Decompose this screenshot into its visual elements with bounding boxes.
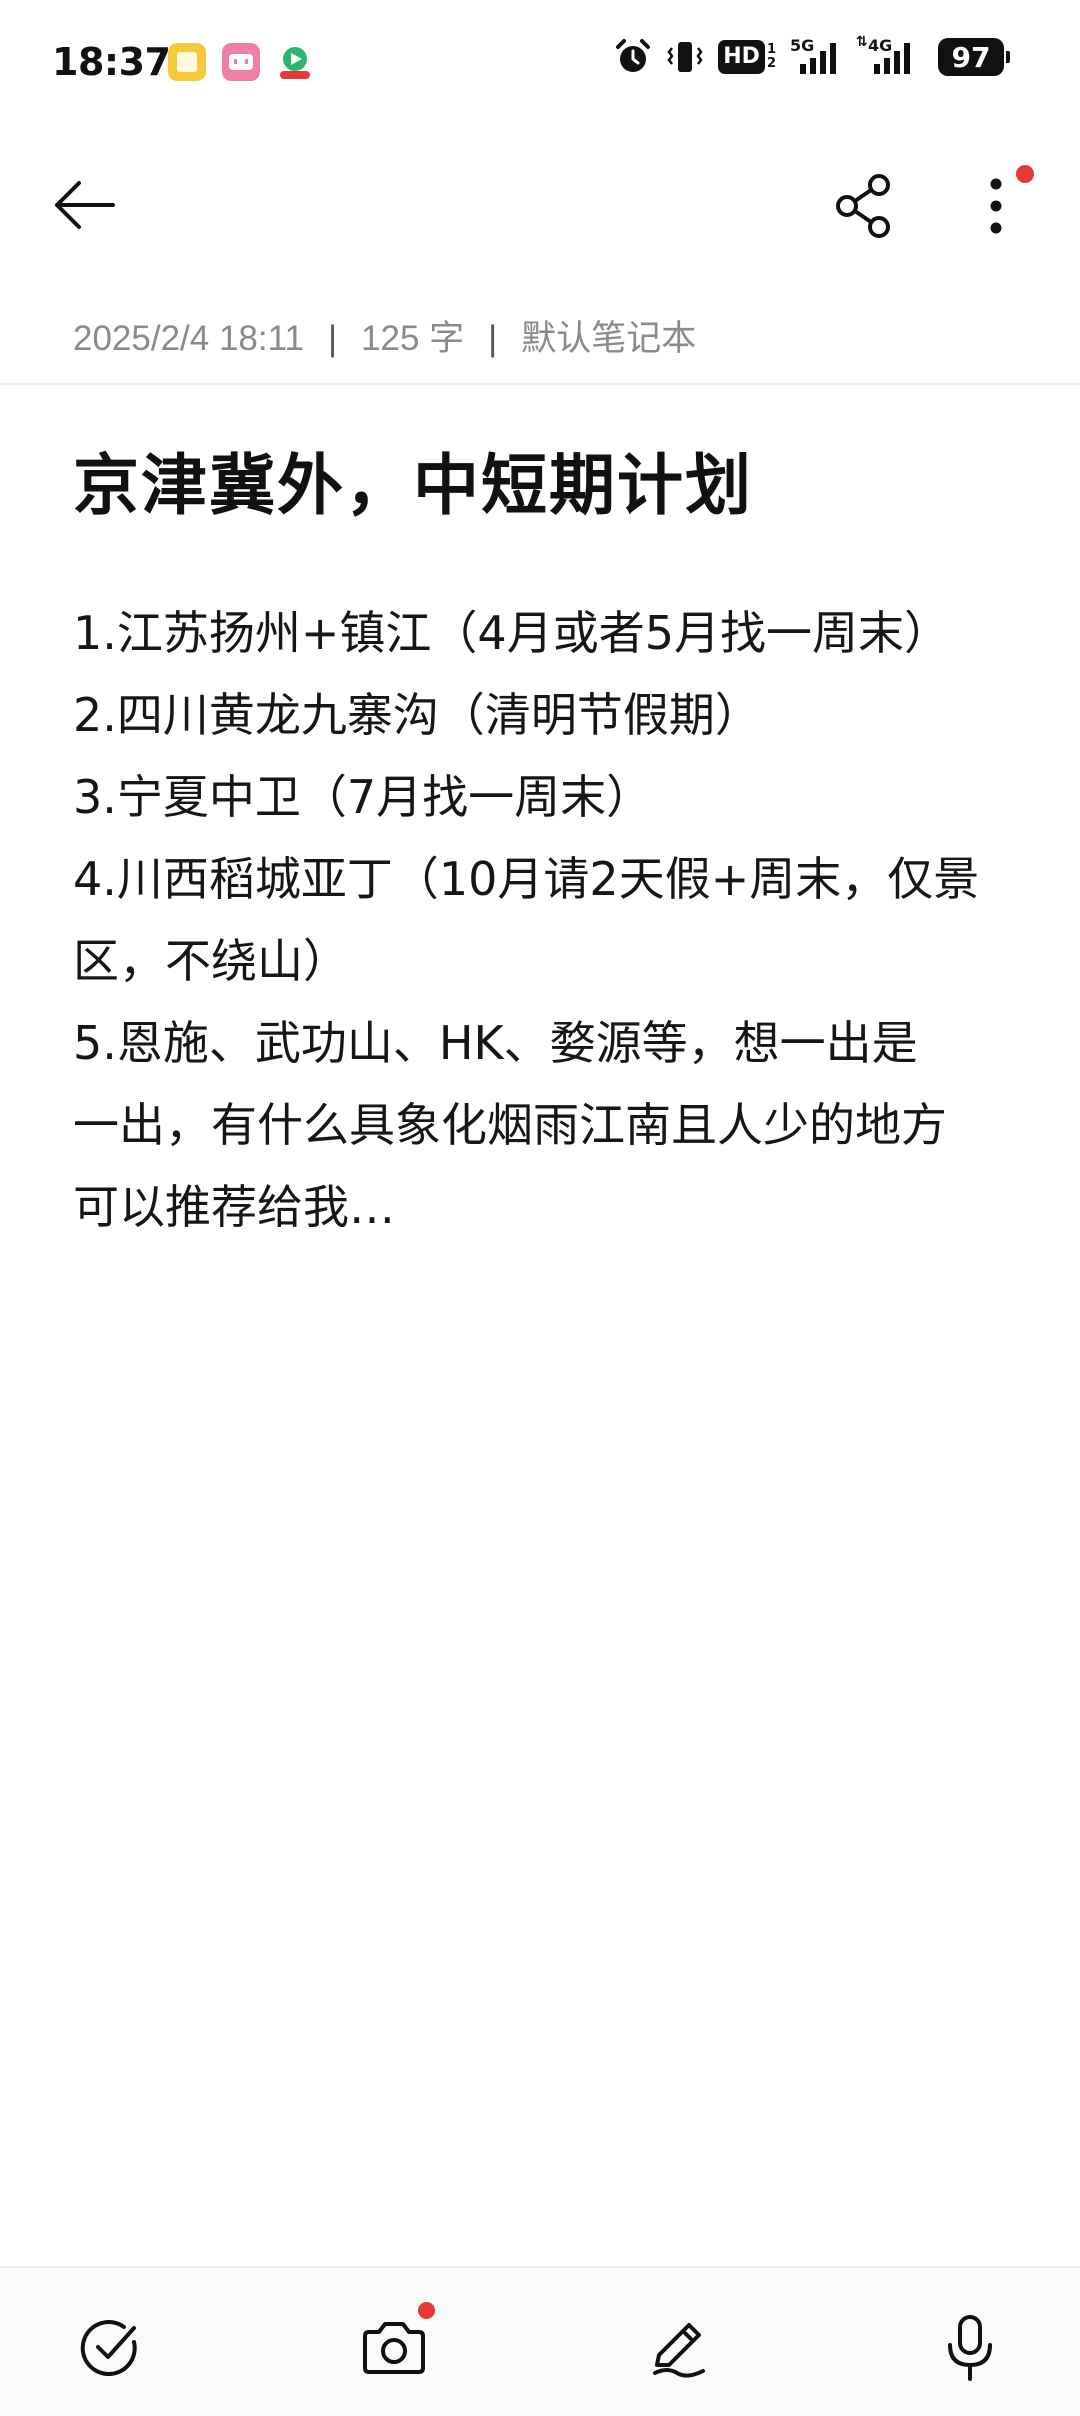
video-app-icon — [280, 47, 310, 79]
meta-separator: | — [488, 319, 498, 358]
note-meta: 2025/2/4 18:11 | 125 字 | 默认笔记本 — [73, 310, 696, 361]
microphone-icon — [948, 2315, 992, 2381]
share-icon — [836, 174, 890, 238]
hd-label: HD — [718, 40, 765, 74]
more-vertical-icon — [990, 178, 1002, 234]
status-time: 18:37 — [52, 40, 171, 84]
bilibili-app-icon — [222, 43, 260, 81]
camera-notification-dot — [418, 2302, 435, 2319]
alarm-icon — [616, 39, 651, 72]
status-app-icons — [168, 43, 314, 81]
back-button[interactable] — [44, 170, 124, 240]
note-date: 2025/2/4 18:11 — [73, 319, 304, 358]
notebook-name[interactable]: 默认笔记本 — [521, 319, 696, 358]
status-indicators: HD 12 5G ⇅ 4G 97 — [614, 34, 1010, 76]
top-app-bar — [0, 150, 1080, 260]
note-line: 1.江苏扬州+镇江（4月或者5月找一周末） — [73, 606, 950, 660]
vibrate-icon — [667, 42, 703, 72]
note-body[interactable]: 1.江苏扬州+镇江（4月或者5月找一周末） 2.四川黄龙九寨沟（清明节假期） 3… — [73, 592, 1013, 1248]
signal-4g-icon: ⇅ 4G — [856, 34, 916, 76]
hd-sim-numbers: 12 — [766, 42, 776, 71]
note-line: 5.恩施、武功山、HK、婺源等，想一出是 — [73, 1016, 918, 1070]
checklist-icon — [80, 2320, 137, 2376]
arrow-left-icon — [55, 181, 115, 229]
pen-icon — [653, 2323, 705, 2378]
bottom-toolbar — [0, 2266, 1080, 2416]
camera-button[interactable] — [354, 2308, 434, 2388]
hd-voice-icon: HD 12 — [718, 40, 776, 74]
note-line: 一出，有什么具象化烟雨江南且人少的地方 — [73, 1098, 947, 1152]
note-line: 可以推荐给我… — [73, 1180, 395, 1234]
note-line: 区，不绕山） — [73, 934, 349, 988]
note-word-count: 125 字 — [361, 319, 465, 358]
meta-separator: | — [327, 319, 338, 358]
checklist-button[interactable] — [70, 2308, 150, 2388]
handwriting-button[interactable] — [640, 2308, 720, 2388]
notes-app-icon — [168, 43, 206, 81]
header-divider — [0, 383, 1080, 385]
share-button[interactable] — [826, 168, 902, 244]
notification-dot — [1016, 165, 1034, 183]
note-line: 3.宁夏中卫（7月找一周末） — [73, 770, 653, 824]
battery-indicator: 97 — [938, 38, 1010, 76]
note-line: 2.四川黄龙九寨沟（清明节假期） — [73, 688, 761, 742]
voice-input-button[interactable] — [930, 2308, 1010, 2388]
note-title[interactable]: 京津冀外，中短期计划 — [73, 432, 753, 528]
signal-5g-icon: 5G — [790, 36, 842, 76]
battery-level: 97 — [951, 40, 991, 74]
status-bar: 18:37 HD 1 2 5G ⇅ 4G 97 — [0, 0, 1080, 130]
camera-icon — [363, 2322, 425, 2374]
note-line: 4.川西稻城亚丁（10月请2天假+周末，仅景 — [73, 852, 980, 906]
